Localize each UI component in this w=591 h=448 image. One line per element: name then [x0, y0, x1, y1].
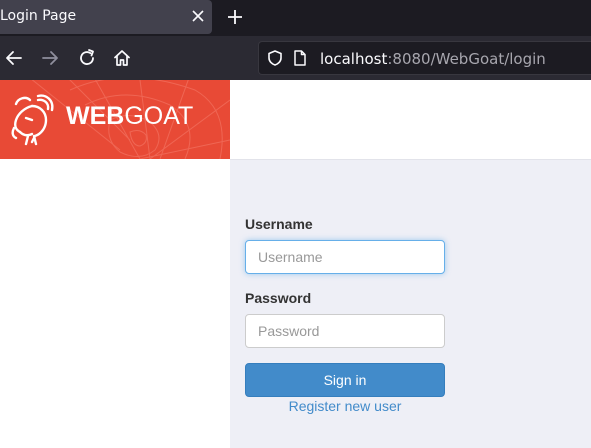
forward-arrow-icon[interactable]: [40, 48, 60, 68]
left-panel: [0, 159, 230, 448]
shield-icon[interactable]: [266, 49, 284, 67]
brand-light: GOAT: [124, 102, 194, 130]
home-icon[interactable]: [112, 48, 132, 68]
page-icon[interactable]: [292, 49, 308, 67]
password-input[interactable]: [245, 314, 445, 348]
back-arrow-icon[interactable]: [4, 48, 24, 68]
url-text[interactable]: localhost:8080/WebGoat/login: [320, 50, 546, 68]
reload-icon[interactable]: [77, 48, 97, 68]
brand-wordmark: WEBGOAT: [66, 102, 193, 131]
url-host: localhost: [320, 50, 388, 68]
username-label: Username: [245, 216, 313, 232]
sign-in-button[interactable]: Sign in: [245, 363, 445, 397]
username-input[interactable]: [245, 240, 445, 274]
password-label: Password: [245, 290, 312, 306]
brand-bold: WEB: [66, 102, 125, 130]
browser-tab[interactable]: Login Page: [0, 0, 212, 34]
url-path: :8080/WebGoat/login: [387, 50, 546, 68]
tab-title: Login Page: [0, 8, 77, 24]
header-right: [230, 80, 591, 159]
goat-logo-icon: [11, 94, 54, 146]
tab-bar: Login Page: [0, 0, 591, 36]
register-link[interactable]: Register new user: [245, 398, 445, 414]
close-icon[interactable]: [189, 7, 207, 25]
plus-icon[interactable]: [226, 8, 244, 26]
